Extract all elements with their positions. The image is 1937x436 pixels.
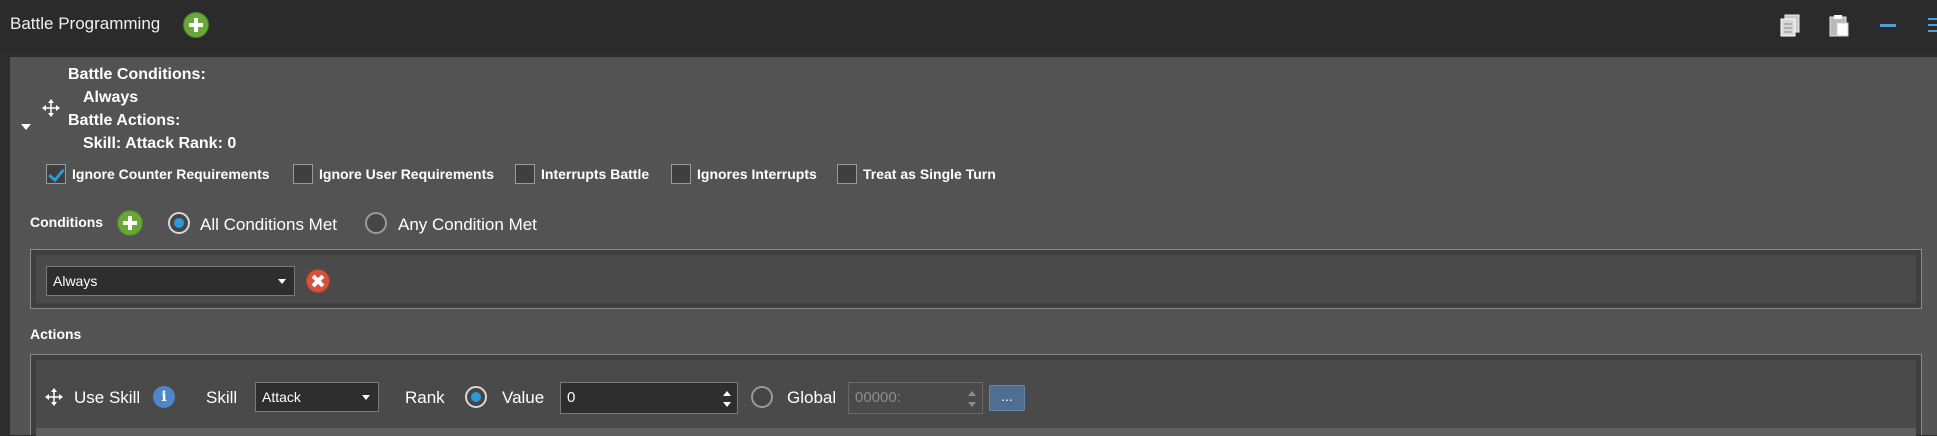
collapse-arrow-icon[interactable]	[21, 124, 31, 130]
chevron-down-icon	[362, 395, 370, 400]
flag-label: Treat as Single Turn	[863, 166, 996, 182]
page-title: Battle Programming	[10, 14, 161, 33]
copy-icon[interactable]	[1780, 14, 1802, 38]
minimize-icon[interactable]	[1880, 24, 1896, 27]
menu-icon[interactable]	[1928, 16, 1937, 32]
title-bar: Battle Programming	[0, 0, 1937, 52]
spin-up-icon[interactable]	[968, 391, 976, 396]
global-label: Global	[787, 388, 837, 407]
flag-interrupts-battle[interactable]: Interrupts Battle	[515, 162, 649, 186]
spin-up-icon[interactable]	[723, 391, 731, 396]
flag-treat-as-single-turn[interactable]: Treat as Single Turn	[837, 162, 996, 186]
conditions-label: Conditions	[30, 214, 104, 230]
any-condition-label: Any Condition Met	[398, 215, 537, 234]
condition-select-value: Always	[53, 273, 98, 289]
checkbox[interactable]	[671, 164, 691, 184]
checkbox[interactable]	[46, 164, 66, 184]
rank-global-radio[interactable]	[751, 386, 773, 408]
global-placeholder: 00000:	[855, 389, 901, 406]
move-arrows-icon[interactable]	[42, 99, 60, 117]
info-icon[interactable]: i	[153, 386, 175, 408]
rank-value-input[interactable]: 0	[560, 382, 738, 414]
spin-down-icon[interactable]	[968, 402, 976, 407]
checkbox[interactable]	[515, 164, 535, 184]
actions-label: Actions	[30, 326, 82, 342]
rank-value-radio[interactable]	[465, 386, 487, 408]
spin-down-icon[interactable]	[723, 402, 731, 407]
flag-ignore-counter-requirements[interactable]: Ignore Counter Requirements	[46, 162, 270, 186]
condition-row: Always	[36, 255, 1916, 303]
value-label: Value	[502, 388, 545, 407]
actions-list: Use Skill i Skill Attack Rank Value 0 Gl…	[30, 354, 1922, 436]
rank-value-text: 0	[567, 389, 576, 406]
any-condition-radio[interactable]	[365, 212, 387, 234]
rank-label: Rank	[405, 388, 445, 407]
remove-condition-button[interactable]	[306, 269, 330, 293]
browse-global-button[interactable]: ...	[989, 385, 1025, 411]
chevron-down-icon	[278, 279, 286, 284]
flag-ignores-interrupts[interactable]: Ignores Interrupts	[671, 162, 817, 186]
condition-select[interactable]: Always	[46, 266, 295, 296]
conditions-list: Always	[30, 249, 1922, 309]
conditions-summary: Always	[83, 89, 139, 106]
skill-select[interactable]: Attack	[255, 382, 379, 412]
paste-icon[interactable]	[1828, 14, 1850, 38]
flag-label: Ignores Interrupts	[697, 166, 817, 182]
skill-label: Skill	[206, 388, 238, 407]
add-program-button[interactable]	[183, 12, 209, 38]
flag-label: Ignore User Requirements	[319, 166, 495, 182]
action-row: Use Skill i Skill Attack Rank Value 0 Gl…	[36, 360, 1916, 436]
flag-label: Interrupts Battle	[541, 166, 650, 182]
action-type-label: Use Skill	[74, 388, 141, 407]
actions-summary: Skill: Attack Rank: 0	[83, 135, 237, 152]
checkbox[interactable]	[837, 164, 857, 184]
conditions-heading: Battle Conditions:	[68, 66, 206, 83]
actions-heading: Battle Actions:	[68, 112, 181, 129]
global-input[interactable]: 00000:	[848, 382, 983, 414]
flag-label: Ignore Counter Requirements	[72, 166, 270, 182]
add-condition-button[interactable]	[117, 210, 143, 236]
flag-ignore-user-requirements[interactable]: Ignore User Requirements	[293, 162, 494, 186]
all-conditions-label: All Conditions Met	[200, 215, 338, 234]
skill-select-value: Attack	[262, 389, 301, 405]
all-conditions-radio[interactable]	[168, 212, 190, 234]
checkbox[interactable]	[293, 164, 313, 184]
move-arrows-icon[interactable]	[45, 388, 63, 406]
